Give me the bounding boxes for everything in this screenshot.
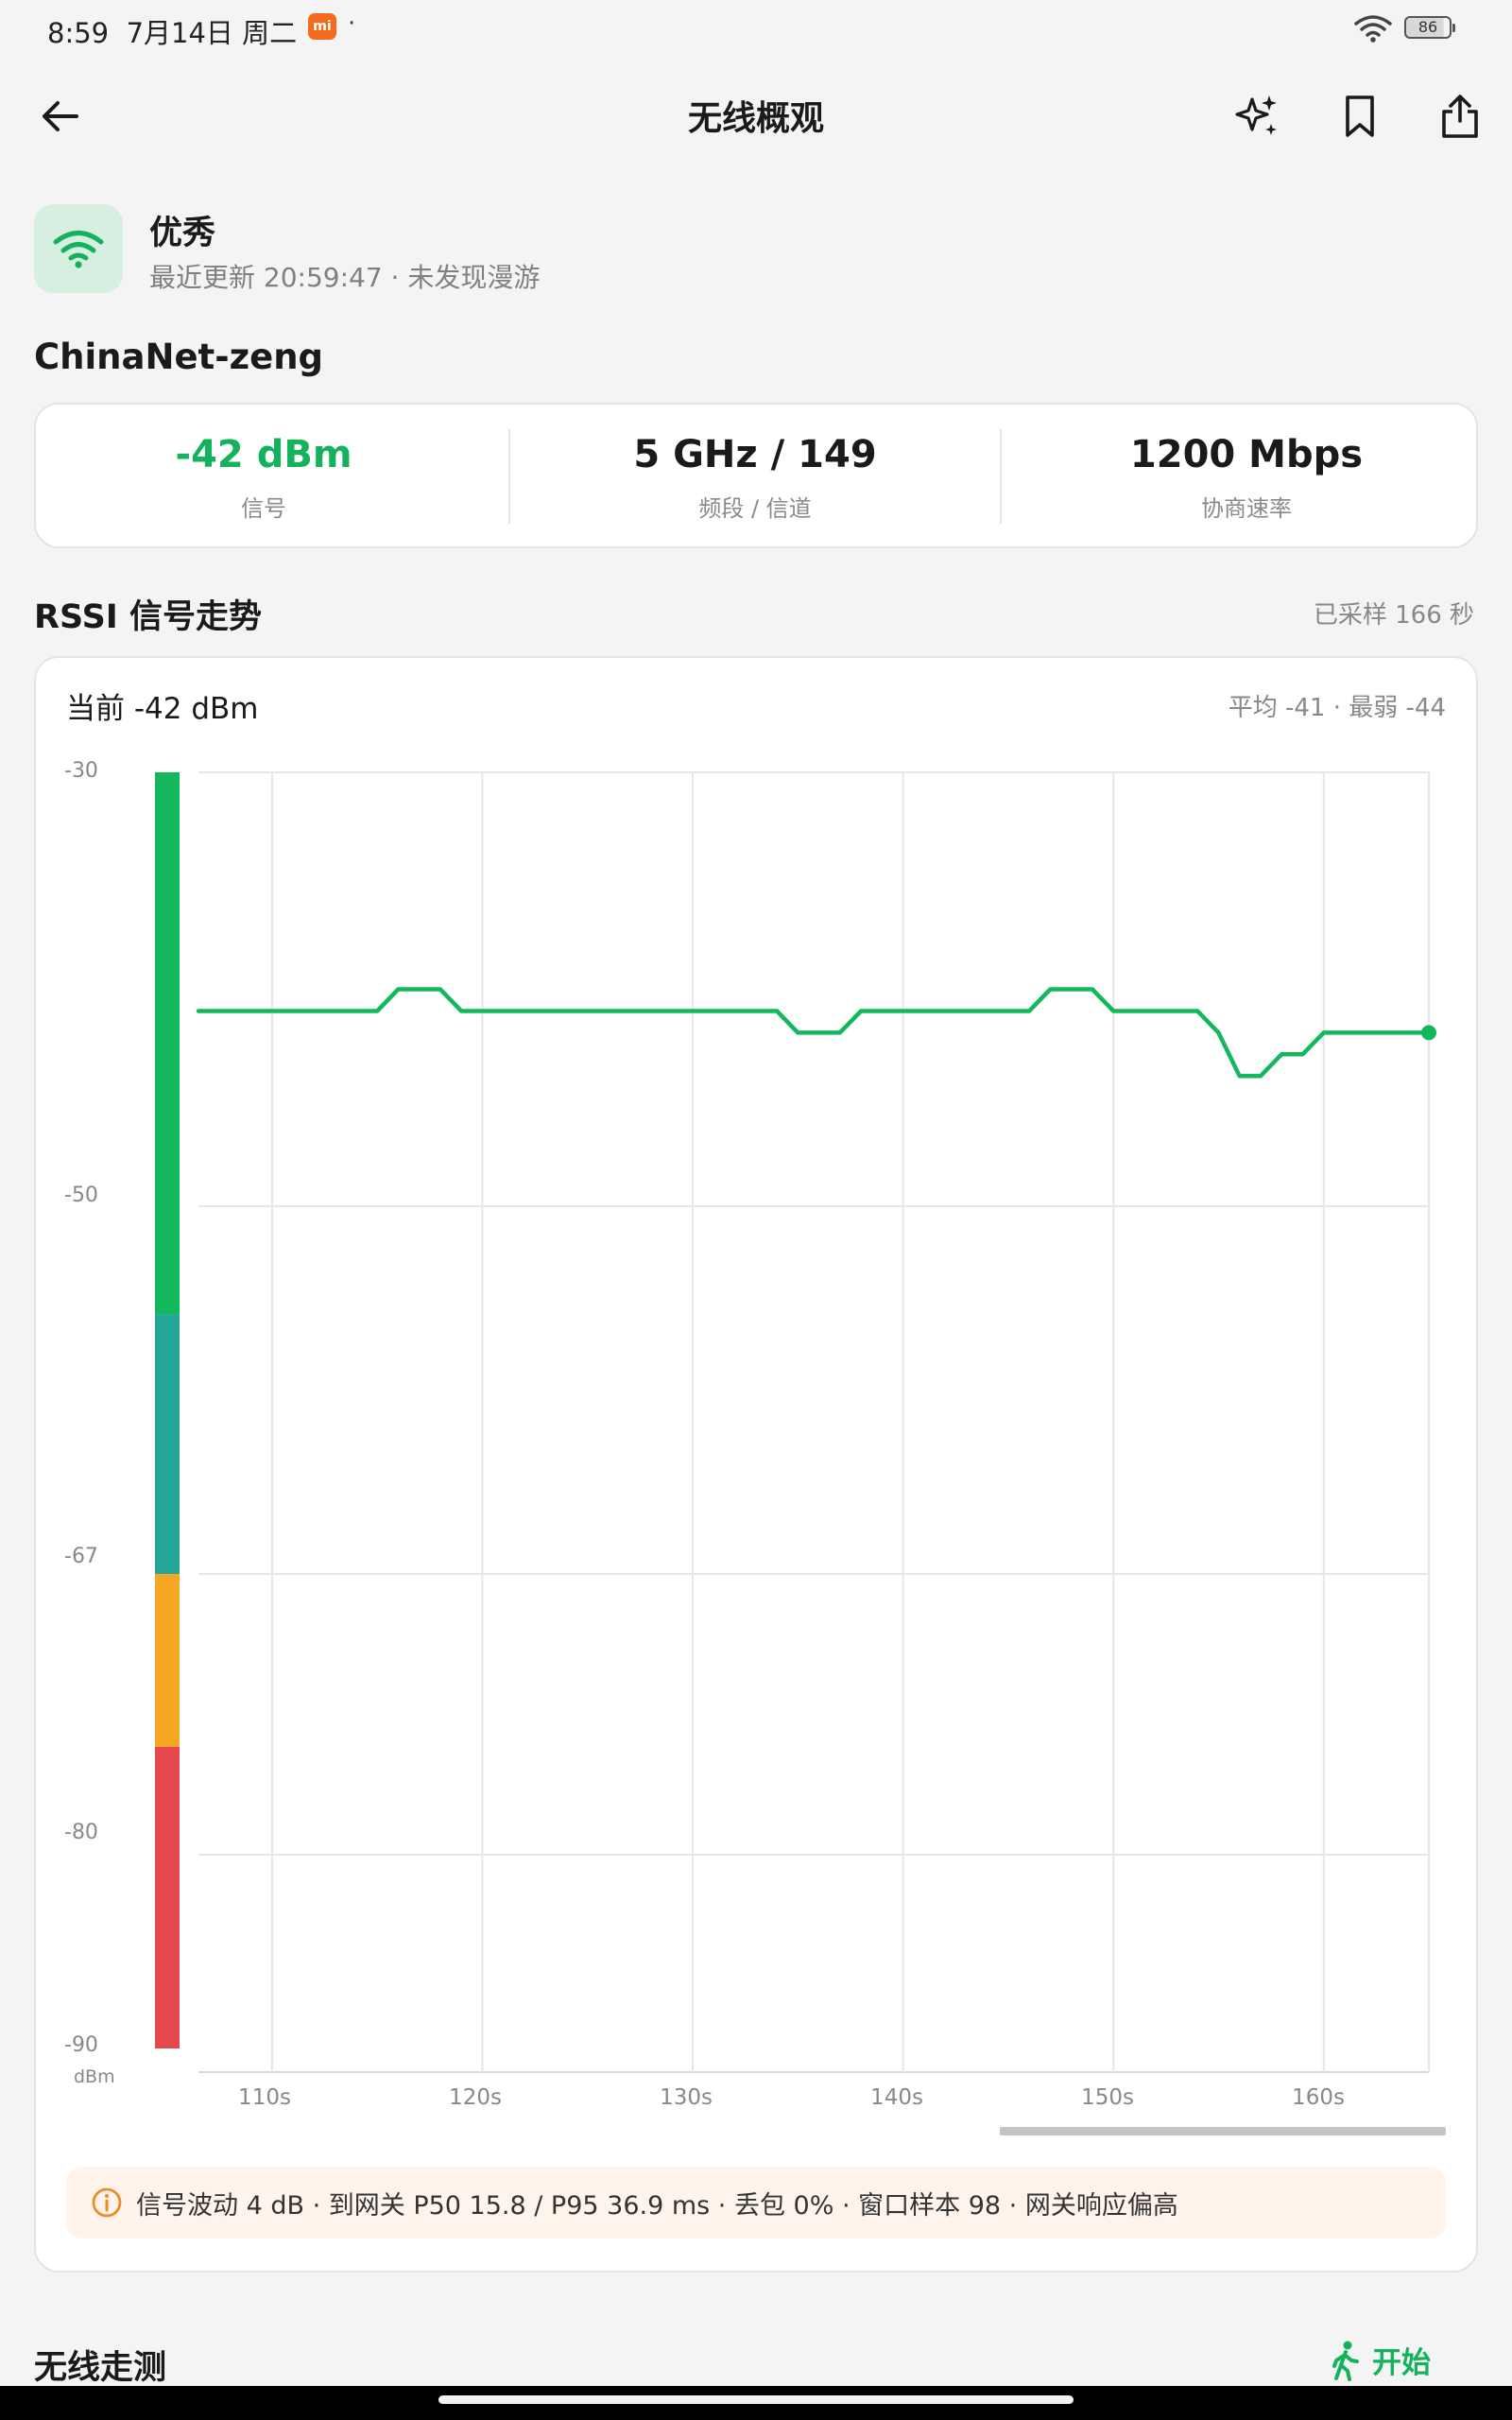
walk-test-title: 无线走测 (34, 2349, 167, 2387)
notice-text: 信号波动 4 dB · 到网关 P50 15.8 / P95 36.9 ms ·… (136, 2190, 1178, 2221)
x-tick-label: 130s (660, 2085, 713, 2110)
rssi-line-chart (155, 771, 1436, 2073)
latest-point-marker (1421, 1025, 1436, 1041)
x-tick-label: 150s (1081, 2085, 1134, 2110)
x-tick-label: 140s (870, 2085, 923, 2110)
signal-quality-band (155, 772, 180, 1315)
x-tick-label: 160s (1292, 2085, 1345, 2110)
chart-horizontal-scrollbar[interactable] (1000, 2127, 1446, 2135)
signal-quality-band (155, 1746, 180, 2048)
info-icon (92, 2187, 122, 2218)
x-tick-label: 120s (449, 2085, 502, 2110)
walking-person-icon (1332, 2341, 1359, 2381)
home-indicator[interactable] (438, 2395, 1074, 2404)
start-label: 开始 (1372, 2346, 1431, 2380)
signal-quality-band (155, 1314, 180, 1574)
signal-quality-band (155, 1574, 180, 1747)
x-tick-label: 110s (238, 2085, 291, 2110)
signal-notice: 信号波动 4 dB · 到网关 P50 15.8 / P95 36.9 ms ·… (66, 2167, 1446, 2238)
rssi-series-line (196, 987, 1432, 1079)
start-walk-button[interactable]: 开始 (1329, 2339, 1431, 2381)
